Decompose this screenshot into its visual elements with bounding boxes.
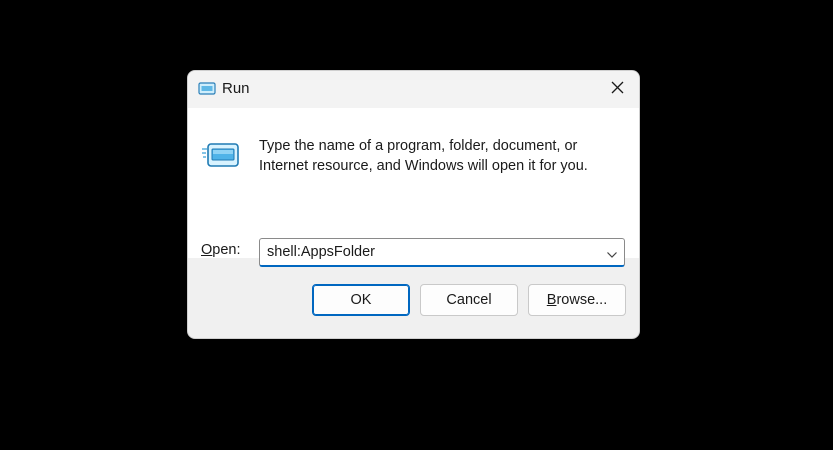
open-input[interactable] [267, 244, 587, 260]
run-dialog: Run Type the name of a program, folder, … [187, 70, 640, 339]
close-button[interactable] [595, 71, 639, 108]
ok-button[interactable]: OK [312, 284, 410, 316]
cancel-button[interactable]: Cancel [420, 284, 518, 316]
dialog-content: Type the name of a program, folder, docu… [188, 108, 639, 267]
browse-button[interactable]: Browse... [528, 284, 626, 316]
open-label: Open: [201, 242, 241, 258]
chevron-down-icon[interactable] [606, 247, 618, 258]
open-combobox[interactable] [259, 238, 625, 267]
instruction-text: Type the name of a program, folder, docu… [259, 138, 588, 174]
run-app-icon [202, 141, 240, 171]
close-icon [611, 81, 624, 99]
run-app-icon [198, 82, 216, 96]
title-bar[interactable]: Run [188, 71, 639, 108]
window-title: Run [222, 80, 250, 97]
